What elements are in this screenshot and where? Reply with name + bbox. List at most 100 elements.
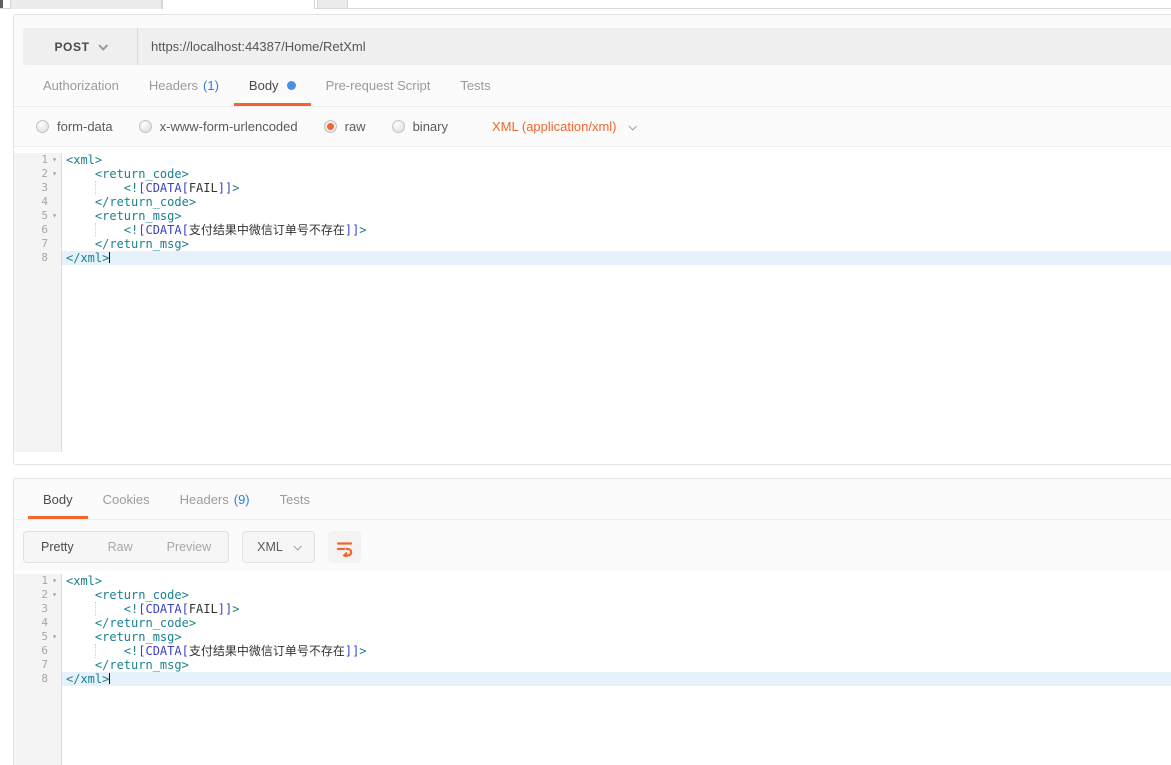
tab-label: Cookies <box>103 492 150 507</box>
tab-label: Body <box>249 78 279 93</box>
url-input[interactable]: https://localhost:44387/Home/RetXml <box>138 28 1171 65</box>
code-content: </return_msg> <box>62 658 1171 672</box>
code-line: 7 </return_msg> <box>14 237 1171 251</box>
gutter-cell: 3 <box>14 181 62 195</box>
gutter-cell: 8 <box>14 251 62 265</box>
gutter-cell: 2▾ <box>14 167 62 181</box>
body-mode-radio[interactable]: binary <box>392 119 448 134</box>
line-number: 2 <box>41 167 48 181</box>
fold-arrow-icon[interactable]: ▾ <box>48 153 61 167</box>
response-language-label: XML <box>257 540 283 554</box>
code-content: </return_code> <box>62 616 1171 630</box>
unsaved-dot-icon <box>287 81 296 90</box>
line-number: 1 <box>41 153 48 167</box>
radio-icon <box>139 120 152 133</box>
code-content <box>62 265 1171 452</box>
request-tab-inactive[interactable] <box>10 0 162 9</box>
request-tab[interactable]: Pre-request Script <box>311 65 446 106</box>
view-mode-label: Preview <box>167 540 211 554</box>
request-tab[interactable]: Tests <box>445 65 505 106</box>
window-edge <box>0 0 3 8</box>
gutter-cell: 3 <box>14 602 62 616</box>
radio-icon <box>324 120 337 133</box>
new-tab-button[interactable] <box>317 0 348 8</box>
fold-arrow-icon[interactable]: ▾ <box>48 630 61 644</box>
content-type-label: XML (application/xml) <box>492 119 617 134</box>
request-tabs: Authorization Headers (1) Body <box>14 65 1171 107</box>
line-number: 5 <box>41 630 48 644</box>
gutter-cell: 1▾ <box>14 153 62 167</box>
code-content: <return_msg> <box>62 630 1171 644</box>
gutter-cell: 6 <box>14 223 62 237</box>
fold-arrow-icon[interactable]: ▾ <box>48 574 61 588</box>
indent-guide <box>95 223 96 237</box>
body-mode-radio[interactable]: raw <box>324 119 366 134</box>
request-panel: POST https://localhost:44387/Home/RetXml… <box>13 14 1171 465</box>
code-content: <return_code> <box>62 588 1171 602</box>
tab-label: Body <box>43 492 73 507</box>
code-line: 4 </return_code> <box>14 195 1171 209</box>
code-content: <return_code> <box>62 167 1171 181</box>
code-line: 5▾ <return_msg> <box>14 630 1171 644</box>
fold-arrow-icon[interactable]: ▾ <box>48 167 61 181</box>
view-mode-button[interactable]: Preview <box>150 532 228 562</box>
view-mode-button[interactable]: Pretty <box>24 532 91 562</box>
fold-arrow-icon[interactable]: ▾ <box>48 588 61 602</box>
tab-count: (1) <box>203 78 219 93</box>
wrap-text-button[interactable] <box>328 531 361 563</box>
gutter-cell <box>14 265 62 452</box>
response-tab[interactable]: Cookies <box>88 479 165 519</box>
fold-arrow-icon[interactable]: ▾ <box>48 209 61 223</box>
code-line: 4 </return_code> <box>14 616 1171 630</box>
method-dropdown[interactable]: POST <box>23 28 137 65</box>
code-line: 2▾ <return_code> <box>14 588 1171 602</box>
line-number: 5 <box>41 209 48 223</box>
view-mode-button[interactable]: Raw <box>91 532 150 562</box>
response-panel: Body Cookies Headers (9) Tests <box>13 478 1171 765</box>
response-tab[interactable]: Body <box>28 479 88 519</box>
tab-label: Tests <box>280 492 310 507</box>
body-mode-radio[interactable]: x-www-form-urlencoded <box>139 119 298 134</box>
view-mode-group: Pretty Raw Preview <box>23 531 229 563</box>
gutter-cell: 8 <box>14 672 62 686</box>
line-number: 6 <box>41 223 48 237</box>
line-number: 8 <box>41 672 48 686</box>
gutter-cell: 4 <box>14 616 62 630</box>
editor-empty-area[interactable] <box>14 686 1171 765</box>
content-type-dropdown[interactable]: XML (application/xml) <box>492 119 635 134</box>
code-content: <return_msg> <box>62 209 1171 223</box>
request-tab-active[interactable] <box>162 0 315 9</box>
response-tab[interactable]: Headers (9) <box>165 479 265 519</box>
request-body-editor[interactable]: 1▾<xml>2▾ <return_code>3 <![CDATA[FAIL]]… <box>14 147 1171 452</box>
request-tab[interactable]: Authorization <box>28 65 134 106</box>
response-tab[interactable]: Tests <box>265 479 325 519</box>
body-mode-radio[interactable]: form-data <box>36 119 113 134</box>
response-body-editor[interactable]: 1▾<xml>2▾ <return_code>3 <![CDATA[FAIL]]… <box>14 571 1171 765</box>
line-number: 4 <box>41 195 48 209</box>
code-content <box>62 686 1171 765</box>
postman-window: POST https://localhost:44387/Home/RetXml… <box>0 0 1171 765</box>
body-mode-label: x-www-form-urlencoded <box>160 119 298 134</box>
code-content: </return_msg> <box>62 237 1171 251</box>
text-cursor <box>109 673 110 684</box>
code-line: 8 </xml> <box>14 672 1171 686</box>
code-content: <xml> <box>62 574 1171 588</box>
code-line: 1▾<xml> <box>14 153 1171 167</box>
radio-icon <box>36 120 49 133</box>
chevron-down-icon <box>293 542 301 550</box>
body-mode-row: form-data x-www-form-urlencoded raw <box>14 107 1171 147</box>
request-tab[interactable]: Headers (1) <box>134 65 234 106</box>
request-tab[interactable]: Body <box>234 65 311 106</box>
line-number: 1 <box>41 574 48 588</box>
chevron-down-icon <box>98 41 108 51</box>
line-number: 6 <box>41 644 48 658</box>
line-number: 4 <box>41 616 48 630</box>
view-mode-label: Raw <box>108 540 133 554</box>
response-language-dropdown[interactable]: XML <box>242 531 315 563</box>
editor-empty-area[interactable] <box>14 265 1171 452</box>
code-line: 5▾ <return_msg> <box>14 209 1171 223</box>
code-content: </xml> <box>62 672 1171 686</box>
gutter-cell: 2▾ <box>14 588 62 602</box>
code-content: <![CDATA[支付结果中微信订单号不存在]]> <box>62 644 1171 658</box>
line-number: 8 <box>41 251 48 265</box>
